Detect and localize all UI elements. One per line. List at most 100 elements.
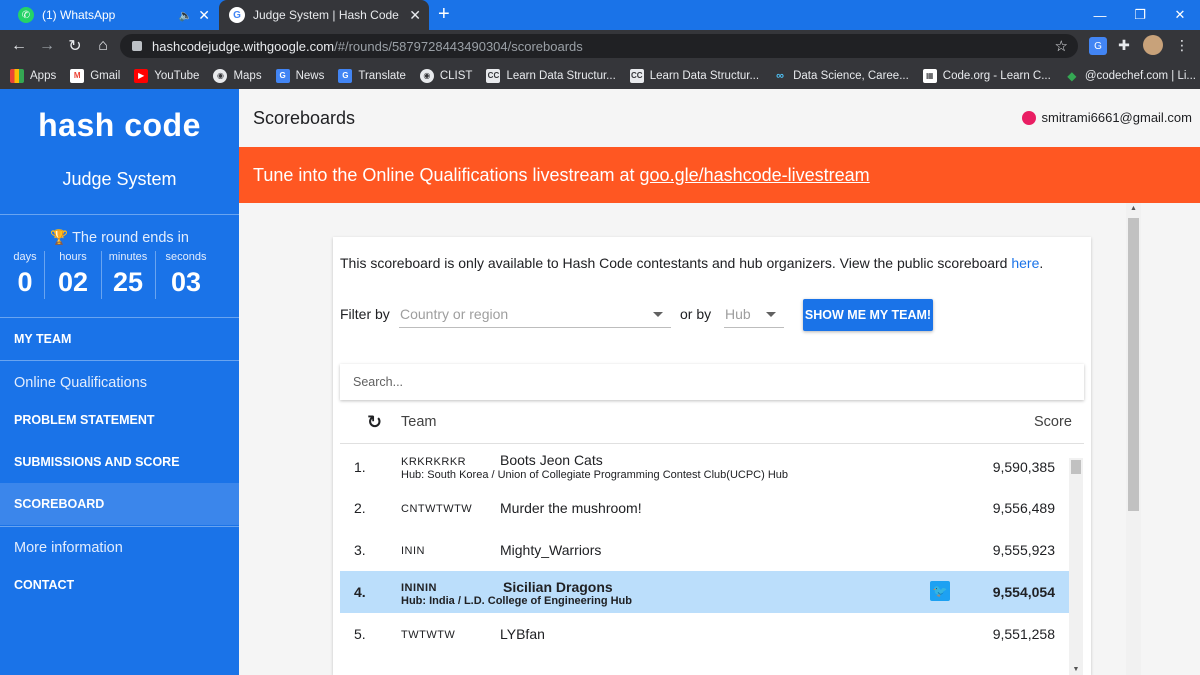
- nav-problem-statement[interactable]: PROBLEM STATEMENT: [14, 413, 155, 427]
- menu-kebab-icon[interactable]: ⋮: [1172, 35, 1192, 55]
- table-row[interactable]: 1. KRKRKRKR Boots Jeon Cats Hub: South K…: [340, 446, 1075, 488]
- countdown-minutes: minutes 25: [104, 251, 152, 298]
- bookmark-news[interactable]: G News: [275, 68, 324, 83]
- scrollbar-thumb[interactable]: [1071, 460, 1081, 474]
- row-country-tag: CNTWTWTW: [401, 503, 473, 515]
- bookmark-apps[interactable]: Apps: [10, 68, 56, 83]
- info-text: This scoreboard is only available to Has…: [340, 255, 1008, 271]
- url-host: hashcodejudge.withgoogle.com: [152, 38, 335, 54]
- row-hub: Hub: South Korea / Union of Collegiate P…: [401, 469, 789, 481]
- dropdown-arrow-icon: [653, 312, 663, 317]
- forward-icon[interactable]: →: [36, 35, 58, 57]
- tab-title: Judge System | Hash Code: [253, 8, 399, 22]
- nav-submissions-and-score[interactable]: SUBMISSIONS AND SCORE: [14, 455, 180, 469]
- hub-select[interactable]: Hub: [724, 300, 784, 328]
- search-input[interactable]: Search...: [340, 364, 1084, 400]
- bookmark-code-org[interactable]: ▦ Code.org - Learn C...: [922, 68, 1051, 83]
- table-row-highlighted[interactable]: 4. INININ Sicilian Dragons Hub: India / …: [340, 571, 1075, 613]
- country-placeholder: Country or region: [400, 305, 509, 322]
- user-account[interactable]: smitrami6661@gmail.com: [1021, 110, 1192, 125]
- lock-icon: [132, 41, 142, 51]
- row-score: 9,590,385: [992, 459, 1055, 475]
- bookmark-maps[interactable]: ◉ Maps: [213, 68, 262, 83]
- tab-hashcode[interactable]: G Judge System | Hash Code ✕: [219, 0, 429, 30]
- twitter-icon[interactable]: 🐦: [930, 581, 950, 601]
- filter-by-label: Filter by: [340, 306, 390, 322]
- cc-icon: CC: [629, 68, 644, 83]
- table-row[interactable]: 3. ININ Mighty_Warriors 9,555,923: [340, 529, 1075, 571]
- bookmark-label: Translate: [358, 69, 406, 82]
- divider: [0, 317, 239, 318]
- bookmark-translate[interactable]: G Translate: [338, 68, 406, 83]
- row-team-name: Boots Jeon Cats: [500, 452, 603, 468]
- table-row[interactable]: 2. CNTWTWTW Murder the mushroom! 9,556,4…: [340, 487, 1075, 529]
- minimize-button[interactable]: —: [1080, 0, 1120, 30]
- row-rank: 3.: [354, 542, 366, 558]
- bookmark-gmail[interactable]: M Gmail: [70, 68, 120, 83]
- divider: [101, 251, 102, 299]
- extensions-puzzle-icon[interactable]: ✚: [1114, 35, 1134, 55]
- row-hub: Hub: India / L.D. College of Engineering…: [401, 595, 632, 607]
- public-scoreboard-link[interactable]: here: [1011, 255, 1039, 271]
- back-icon[interactable]: ←: [8, 35, 30, 57]
- new-tab-button[interactable]: +: [438, 4, 450, 24]
- bookmark-learn-ds-1[interactable]: CC Learn Data Structur...: [486, 68, 616, 83]
- dropdown-arrow-icon: [766, 312, 776, 317]
- close-window-button[interactable]: ✕: [1160, 0, 1200, 30]
- profile-avatar[interactable]: [1143, 35, 1163, 55]
- codechef-icon: ◆: [1067, 68, 1077, 83]
- show-my-team-button[interactable]: SHOW ME MY TEAM!: [803, 299, 933, 331]
- hashcode-logo[interactable]: hash code: [0, 107, 239, 144]
- translate-icon: G: [338, 68, 353, 83]
- gmail-icon: M: [70, 68, 85, 83]
- nav-scoreboard[interactable]: SCOREBOARD: [14, 497, 104, 511]
- divider: [44, 251, 45, 299]
- scroll-down-arrow-icon[interactable]: ▼: [1069, 666, 1083, 673]
- nav-contact[interactable]: CONTACT: [14, 578, 74, 592]
- scrollbar-thumb[interactable]: [1128, 218, 1139, 511]
- google-icon: G: [229, 7, 245, 23]
- reload-icon[interactable]: ↻: [64, 35, 86, 57]
- bookmark-learn-ds-2[interactable]: CC Learn Data Structur...: [629, 68, 759, 83]
- bookmark-star-icon[interactable]: ☆: [1055, 37, 1068, 55]
- scroll-up-arrow-icon[interactable]: ▲: [1126, 205, 1141, 212]
- round-ends-label: 🏆 The round ends in: [0, 229, 239, 246]
- column-header-score: Score: [1034, 414, 1072, 430]
- refresh-icon[interactable]: ↻: [367, 412, 382, 433]
- table-row[interactable]: 5. TWTWTW LYBfan 9,551,258: [340, 613, 1075, 655]
- row-score: 9,555,923: [992, 542, 1055, 558]
- country-select[interactable]: Country or region: [399, 300, 671, 328]
- tab-whatsapp[interactable]: ✆ (1) WhatsApp 🔈 ✕: [8, 0, 218, 30]
- close-tab-icon[interactable]: ✕: [409, 7, 421, 24]
- home-icon[interactable]: ⌂: [92, 35, 114, 57]
- bookmark-youtube[interactable]: ▶ YouTube: [134, 68, 199, 83]
- user-avatar-icon: [1021, 110, 1036, 125]
- row-rank: 4.: [354, 584, 366, 600]
- info-period: .: [1039, 255, 1044, 271]
- or-by-label: or by: [680, 306, 712, 322]
- user-email: smitrami6661@gmail.com: [1041, 110, 1192, 125]
- sidebar: hash code Judge System 🏆 The round ends i…: [0, 89, 239, 675]
- bookmark-clist[interactable]: ◉ CLIST: [419, 68, 472, 83]
- speaker-icon[interactable]: 🔈: [179, 9, 193, 22]
- row-team-name: LYBfan: [500, 626, 545, 642]
- page-scrollbar[interactable]: ▲: [1126, 203, 1141, 675]
- countdown-days: days 0: [6, 251, 44, 298]
- close-tab-icon[interactable]: ✕: [198, 7, 210, 24]
- tab-title: (1) WhatsApp: [42, 8, 116, 22]
- translate-extension-icon[interactable]: G: [1089, 37, 1107, 55]
- nav-my-team[interactable]: MY TEAM: [14, 332, 71, 346]
- countdown-seconds: seconds 03: [160, 251, 212, 298]
- countdown-hours: hours 02: [52, 251, 94, 298]
- column-header-team: Team: [401, 414, 437, 430]
- nav-section-more-information: More information: [14, 540, 123, 556]
- bookmark-codechef[interactable]: ◆ @codechef.com | Li...: [1065, 69, 1196, 83]
- address-bar[interactable]: hashcodejudge.withgoogle.com/#/rounds/58…: [120, 34, 1078, 58]
- livestream-link[interactable]: goo.gle/hashcode-livestream: [640, 165, 870, 186]
- row-rank: 2.: [354, 500, 366, 516]
- row-rank: 1.: [354, 459, 366, 475]
- bookmark-data-science[interactable]: ∞ Data Science, Caree...: [773, 69, 909, 83]
- countdown-label: seconds: [165, 251, 207, 263]
- table-scrollbar[interactable]: ▼: [1069, 458, 1083, 675]
- restore-button[interactable]: ❐: [1120, 0, 1160, 30]
